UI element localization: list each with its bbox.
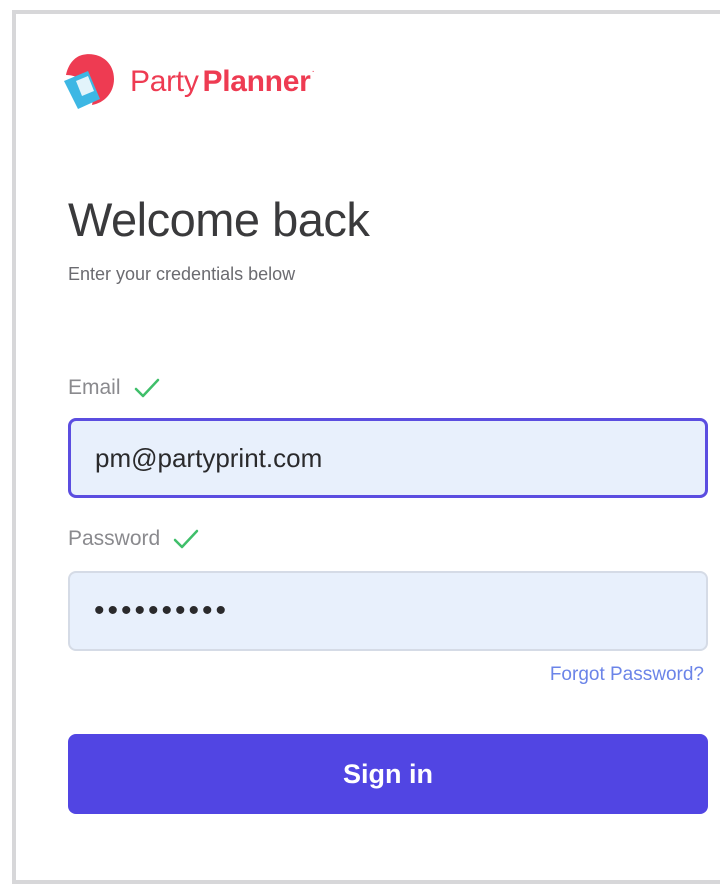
email-label-text: Email	[68, 376, 121, 399]
check-icon	[134, 378, 159, 398]
brand-name-part1: Party	[130, 65, 199, 98]
brand-logo: Party Planner·	[60, 50, 315, 114]
party-planner-logo-icon	[64, 54, 114, 109]
password-label: Password	[68, 527, 200, 551]
brand-name: Party Planner·	[130, 67, 315, 97]
check-icon	[173, 529, 199, 549]
page-title: Welcome back	[68, 193, 370, 246]
brand-name-part2: Planner	[202, 65, 311, 98]
brand-trademark: ·	[311, 66, 315, 77]
sign-in-button[interactable]: Sign in	[68, 734, 708, 814]
password-label-text: Password	[68, 527, 161, 550]
login-card: Party Planner· Welcome back Enter your cr…	[12, 10, 720, 884]
email-label: Email	[68, 376, 161, 400]
page-subtitle: Enter your credentials below	[68, 264, 296, 284]
password-field[interactable]	[68, 571, 708, 651]
forgot-password-link[interactable]: Forgot Password?	[550, 664, 704, 686]
email-field[interactable]	[68, 418, 708, 498]
